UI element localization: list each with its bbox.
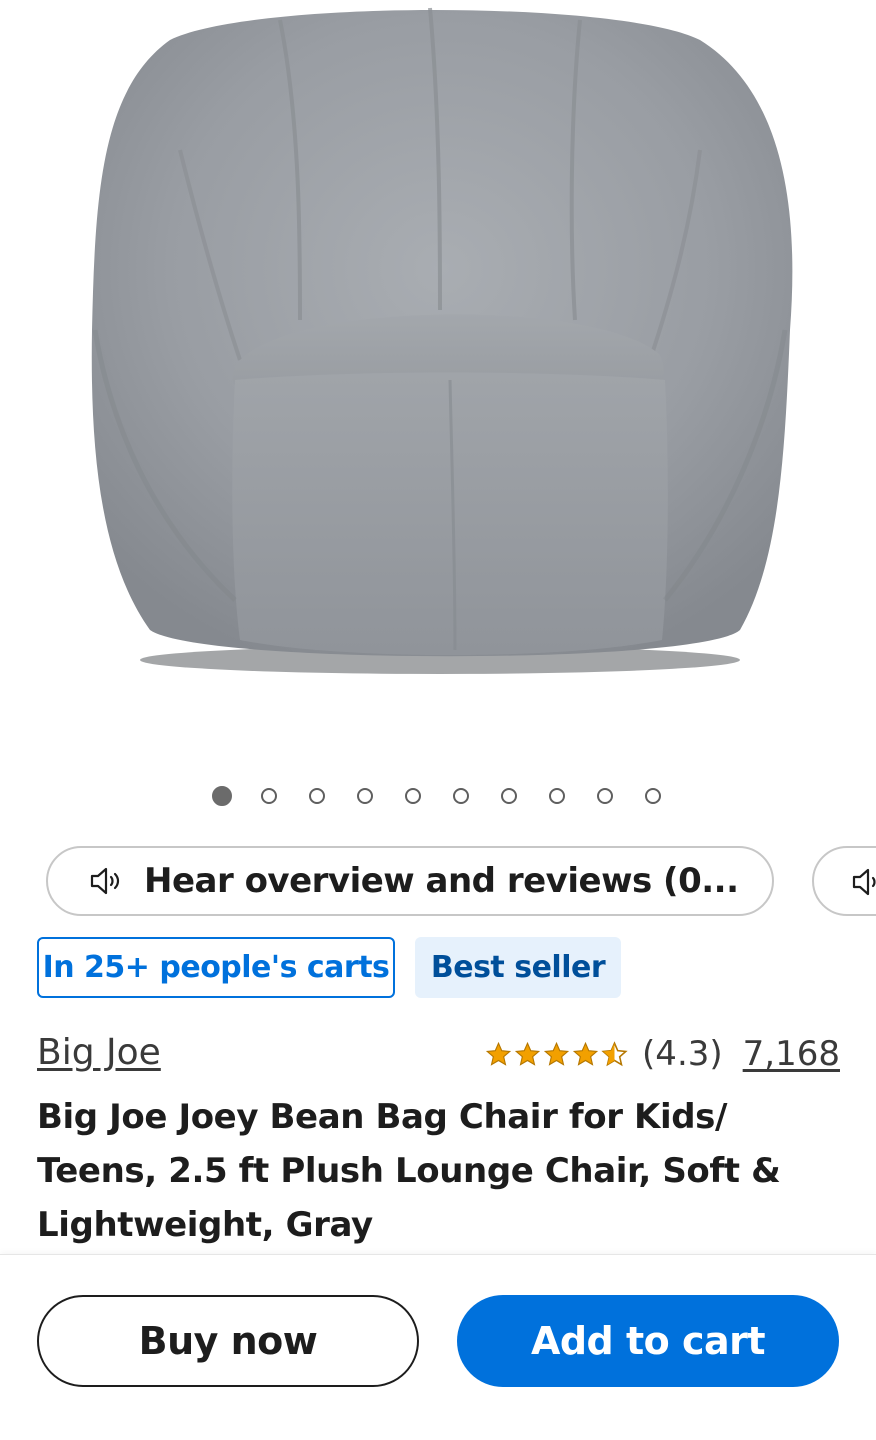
carousel-dot-1[interactable] xyxy=(212,786,232,806)
product-image[interactable] xyxy=(0,0,876,760)
bean-bag-illustration xyxy=(91,7,793,674)
star-rating xyxy=(485,1040,628,1068)
carousel-dot-3[interactable] xyxy=(309,788,325,804)
star-full-icon xyxy=(485,1041,512,1066)
carousel-dot-4[interactable] xyxy=(357,788,373,804)
people-carts-label: In 25+ people's carts xyxy=(42,950,390,985)
best-seller-label: Best seller xyxy=(430,950,606,985)
star-half-icon xyxy=(601,1040,628,1066)
speaker-icon xyxy=(852,868,876,896)
carousel-dot-5[interactable] xyxy=(405,788,421,804)
buy-now-button[interactable]: Buy now xyxy=(37,1295,419,1387)
product-page: Hear overview and reviews (0... In 25+ p… xyxy=(0,0,876,1440)
carousel-dot-9[interactable] xyxy=(597,788,613,804)
image-carousel-dots xyxy=(0,786,876,810)
speaker-icon xyxy=(90,867,120,895)
carousel-dot-6[interactable] xyxy=(453,788,469,804)
review-count-link[interactable]: 7,168 xyxy=(743,1034,840,1074)
best-seller-badge: Best seller xyxy=(415,937,621,998)
rating-value: (4.3) xyxy=(642,1034,723,1074)
carousel-dot-8[interactable] xyxy=(549,788,565,804)
brand-link[interactable]: Big Joe xyxy=(37,1032,161,1073)
bottom-action-bar: Buy now Add to cart xyxy=(0,1254,876,1440)
star-full-icon xyxy=(572,1041,599,1066)
product-title: Big Joe Joey Bean Bag Chair for Kids/ Te… xyxy=(37,1097,781,1245)
carousel-dot-7[interactable] xyxy=(501,788,517,804)
star-full-icon xyxy=(543,1041,570,1066)
carousel-dot-2[interactable] xyxy=(261,788,277,804)
hear-overview-label: Hear overview and reviews (0... xyxy=(144,861,739,901)
add-to-cart-button[interactable]: Add to cart xyxy=(457,1295,839,1387)
star-full-icon xyxy=(514,1041,541,1066)
rating-row[interactable]: (4.3) 7,168 xyxy=(485,1034,840,1074)
audio-pill-next[interactable] xyxy=(812,846,876,916)
hear-overview-button[interactable]: Hear overview and reviews (0... xyxy=(46,846,774,916)
people-carts-badge: In 25+ people's carts xyxy=(37,937,395,998)
carousel-dot-10[interactable] xyxy=(645,788,661,804)
